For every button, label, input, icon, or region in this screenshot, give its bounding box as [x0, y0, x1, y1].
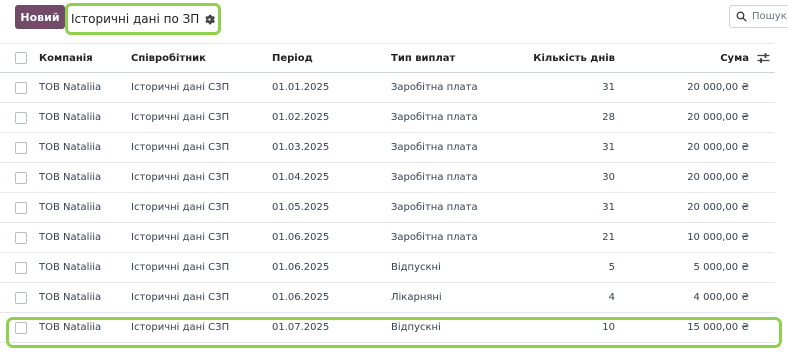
column-header-period[interactable]: Період — [272, 44, 313, 72]
row-checkbox[interactable] — [15, 231, 27, 244]
cell-sum: 20 000,00 ₴ — [687, 112, 749, 123]
search-input[interactable] — [752, 11, 788, 22]
cell-payment-type: Заробітна плата — [391, 172, 478, 183]
row-checkbox[interactable] — [15, 201, 27, 214]
cell-period: 01.05.2025 — [272, 202, 330, 213]
control-panel: Новий Історичні дані по ЗП — [0, 0, 788, 42]
cell-sum: 4 000,00 ₴ — [693, 292, 749, 303]
table-row[interactable]: ТОВ Nataliia Історичні дані СЗП 01.06.20… — [0, 223, 775, 253]
table-row[interactable]: ТОВ Nataliia Історичні дані СЗП 01.01.20… — [0, 73, 775, 103]
cell-employee: Історичні дані СЗП — [131, 322, 230, 333]
table-row[interactable]: ТОВ Nataliia Історичні дані СЗП 01.05.20… — [0, 193, 775, 223]
cell-company: ТОВ Nataliia — [39, 292, 102, 303]
cell-payment-type: Заробітна плата — [391, 142, 478, 153]
cell-company: ТОВ Nataliia — [39, 322, 102, 333]
table-row[interactable]: ТОВ Nataliia Історичні дані СЗП 01.07.20… — [0, 313, 775, 343]
cell-company: ТОВ Nataliia — [39, 262, 102, 273]
cell-company: ТОВ Nataliia — [39, 142, 102, 153]
cell-sum: 20 000,00 ₴ — [687, 142, 749, 153]
list-view: Компанія Співробітник Період Тип виплат … — [0, 43, 788, 357]
cell-company: ТОВ Nataliia — [39, 112, 102, 123]
row-checkbox[interactable] — [15, 171, 27, 184]
column-header-payment-type[interactable]: Тип виплат — [391, 44, 455, 72]
cell-period: 01.01.2025 — [272, 82, 330, 93]
table-row[interactable]: ТОВ Nataliia Історичні дані СЗП 01.06.20… — [0, 253, 775, 283]
cell-period: 01.04.2025 — [272, 172, 330, 183]
row-checkbox[interactable] — [15, 321, 27, 334]
cell-days: 31 — [602, 202, 615, 213]
column-header-sum[interactable]: Сума — [720, 44, 749, 72]
cell-sum: 20 000,00 ₴ — [687, 202, 749, 213]
cell-period: 01.06.2025 — [272, 262, 330, 273]
cell-company: ТОВ Nataliia — [39, 232, 102, 243]
cell-period: 01.02.2025 — [272, 112, 330, 123]
cell-period: 01.06.2025 — [272, 232, 330, 243]
row-checkbox[interactable] — [15, 291, 27, 304]
row-checkbox[interactable] — [15, 111, 27, 124]
select-all-checkbox[interactable] — [15, 52, 27, 64]
cell-employee: Історичні дані СЗП — [131, 202, 230, 213]
cell-period: 01.06.2025 — [272, 292, 330, 303]
table-row[interactable]: ТОВ Nataliia Історичні дані СЗП 01.03.20… — [0, 133, 775, 163]
cell-sum: 5 000,00 ₴ — [693, 262, 749, 273]
cell-sum: 10 000,00 ₴ — [687, 232, 749, 243]
cell-employee: Історичні дані СЗП — [131, 82, 230, 93]
cell-days: 10 — [602, 322, 615, 333]
cell-period: 01.03.2025 — [272, 142, 330, 153]
table-row[interactable]: ТОВ Nataliia Історичні дані СЗП 01.04.20… — [0, 163, 775, 193]
cell-days: 30 — [602, 172, 615, 183]
cell-days: 28 — [602, 112, 615, 123]
cell-days: 21 — [602, 232, 615, 243]
new-button[interactable]: Новий — [15, 5, 65, 29]
cell-employee: Історичні дані СЗП — [131, 232, 230, 243]
column-header-employee[interactable]: Співробітник — [131, 44, 206, 72]
cell-sum: 20 000,00 ₴ — [687, 82, 749, 93]
cell-company: ТОВ Nataliia — [39, 82, 102, 93]
cell-employee: Історичні дані СЗП — [131, 142, 230, 153]
cell-period: 01.07.2025 — [272, 322, 330, 333]
table-row[interactable]: ТОВ Nataliia Історичні дані СЗП 01.02.20… — [0, 103, 775, 133]
column-header-company[interactable]: Компанія — [39, 44, 93, 72]
cell-payment-type: Відпускні — [391, 262, 441, 273]
table-header: Компанія Співробітник Період Тип виплат … — [0, 43, 775, 73]
search-box[interactable] — [729, 5, 788, 28]
table-body: ТОВ Nataliia Історичні дані СЗП 01.01.20… — [0, 73, 775, 343]
cell-payment-type: Відпускні — [391, 322, 441, 333]
cell-days: 31 — [602, 142, 615, 153]
cell-payment-type: Заробітна плата — [391, 232, 478, 243]
table-row[interactable]: ТОВ Nataliia Історичні дані СЗП 01.06.20… — [0, 283, 775, 313]
row-checkbox[interactable] — [15, 141, 27, 154]
cell-employee: Історичні дані СЗП — [131, 172, 230, 183]
column-header-days[interactable]: Кількість днів — [533, 44, 615, 72]
cell-days: 31 — [602, 82, 615, 93]
cell-payment-type: Заробітна плата — [391, 82, 478, 93]
cell-payment-type: Лікарняні — [391, 292, 442, 303]
cell-employee: Історичні дані СЗП — [131, 112, 230, 123]
page-title: Історичні дані по ЗП — [71, 12, 200, 26]
cell-employee: Історичні дані СЗП — [131, 292, 230, 303]
cell-employee: Історичні дані СЗП — [131, 262, 230, 273]
cell-payment-type: Заробітна плата — [391, 202, 478, 213]
cell-sum: 20 000,00 ₴ — [687, 172, 749, 183]
cell-days: 5 — [608, 262, 615, 273]
row-checkbox[interactable] — [15, 81, 27, 94]
sliders-icon[interactable] — [757, 52, 770, 64]
cell-days: 4 — [608, 292, 615, 303]
cell-company: ТОВ Nataliia — [39, 202, 102, 213]
cell-company: ТОВ Nataliia — [39, 172, 102, 183]
cell-sum: 15 000,00 ₴ — [687, 322, 749, 333]
breadcrumb: Історичні дані по ЗП — [65, 3, 221, 35]
search-icon — [736, 11, 747, 22]
row-checkbox[interactable] — [15, 261, 27, 274]
cell-payment-type: Заробітна плата — [391, 112, 478, 123]
gear-icon[interactable] — [204, 14, 216, 25]
